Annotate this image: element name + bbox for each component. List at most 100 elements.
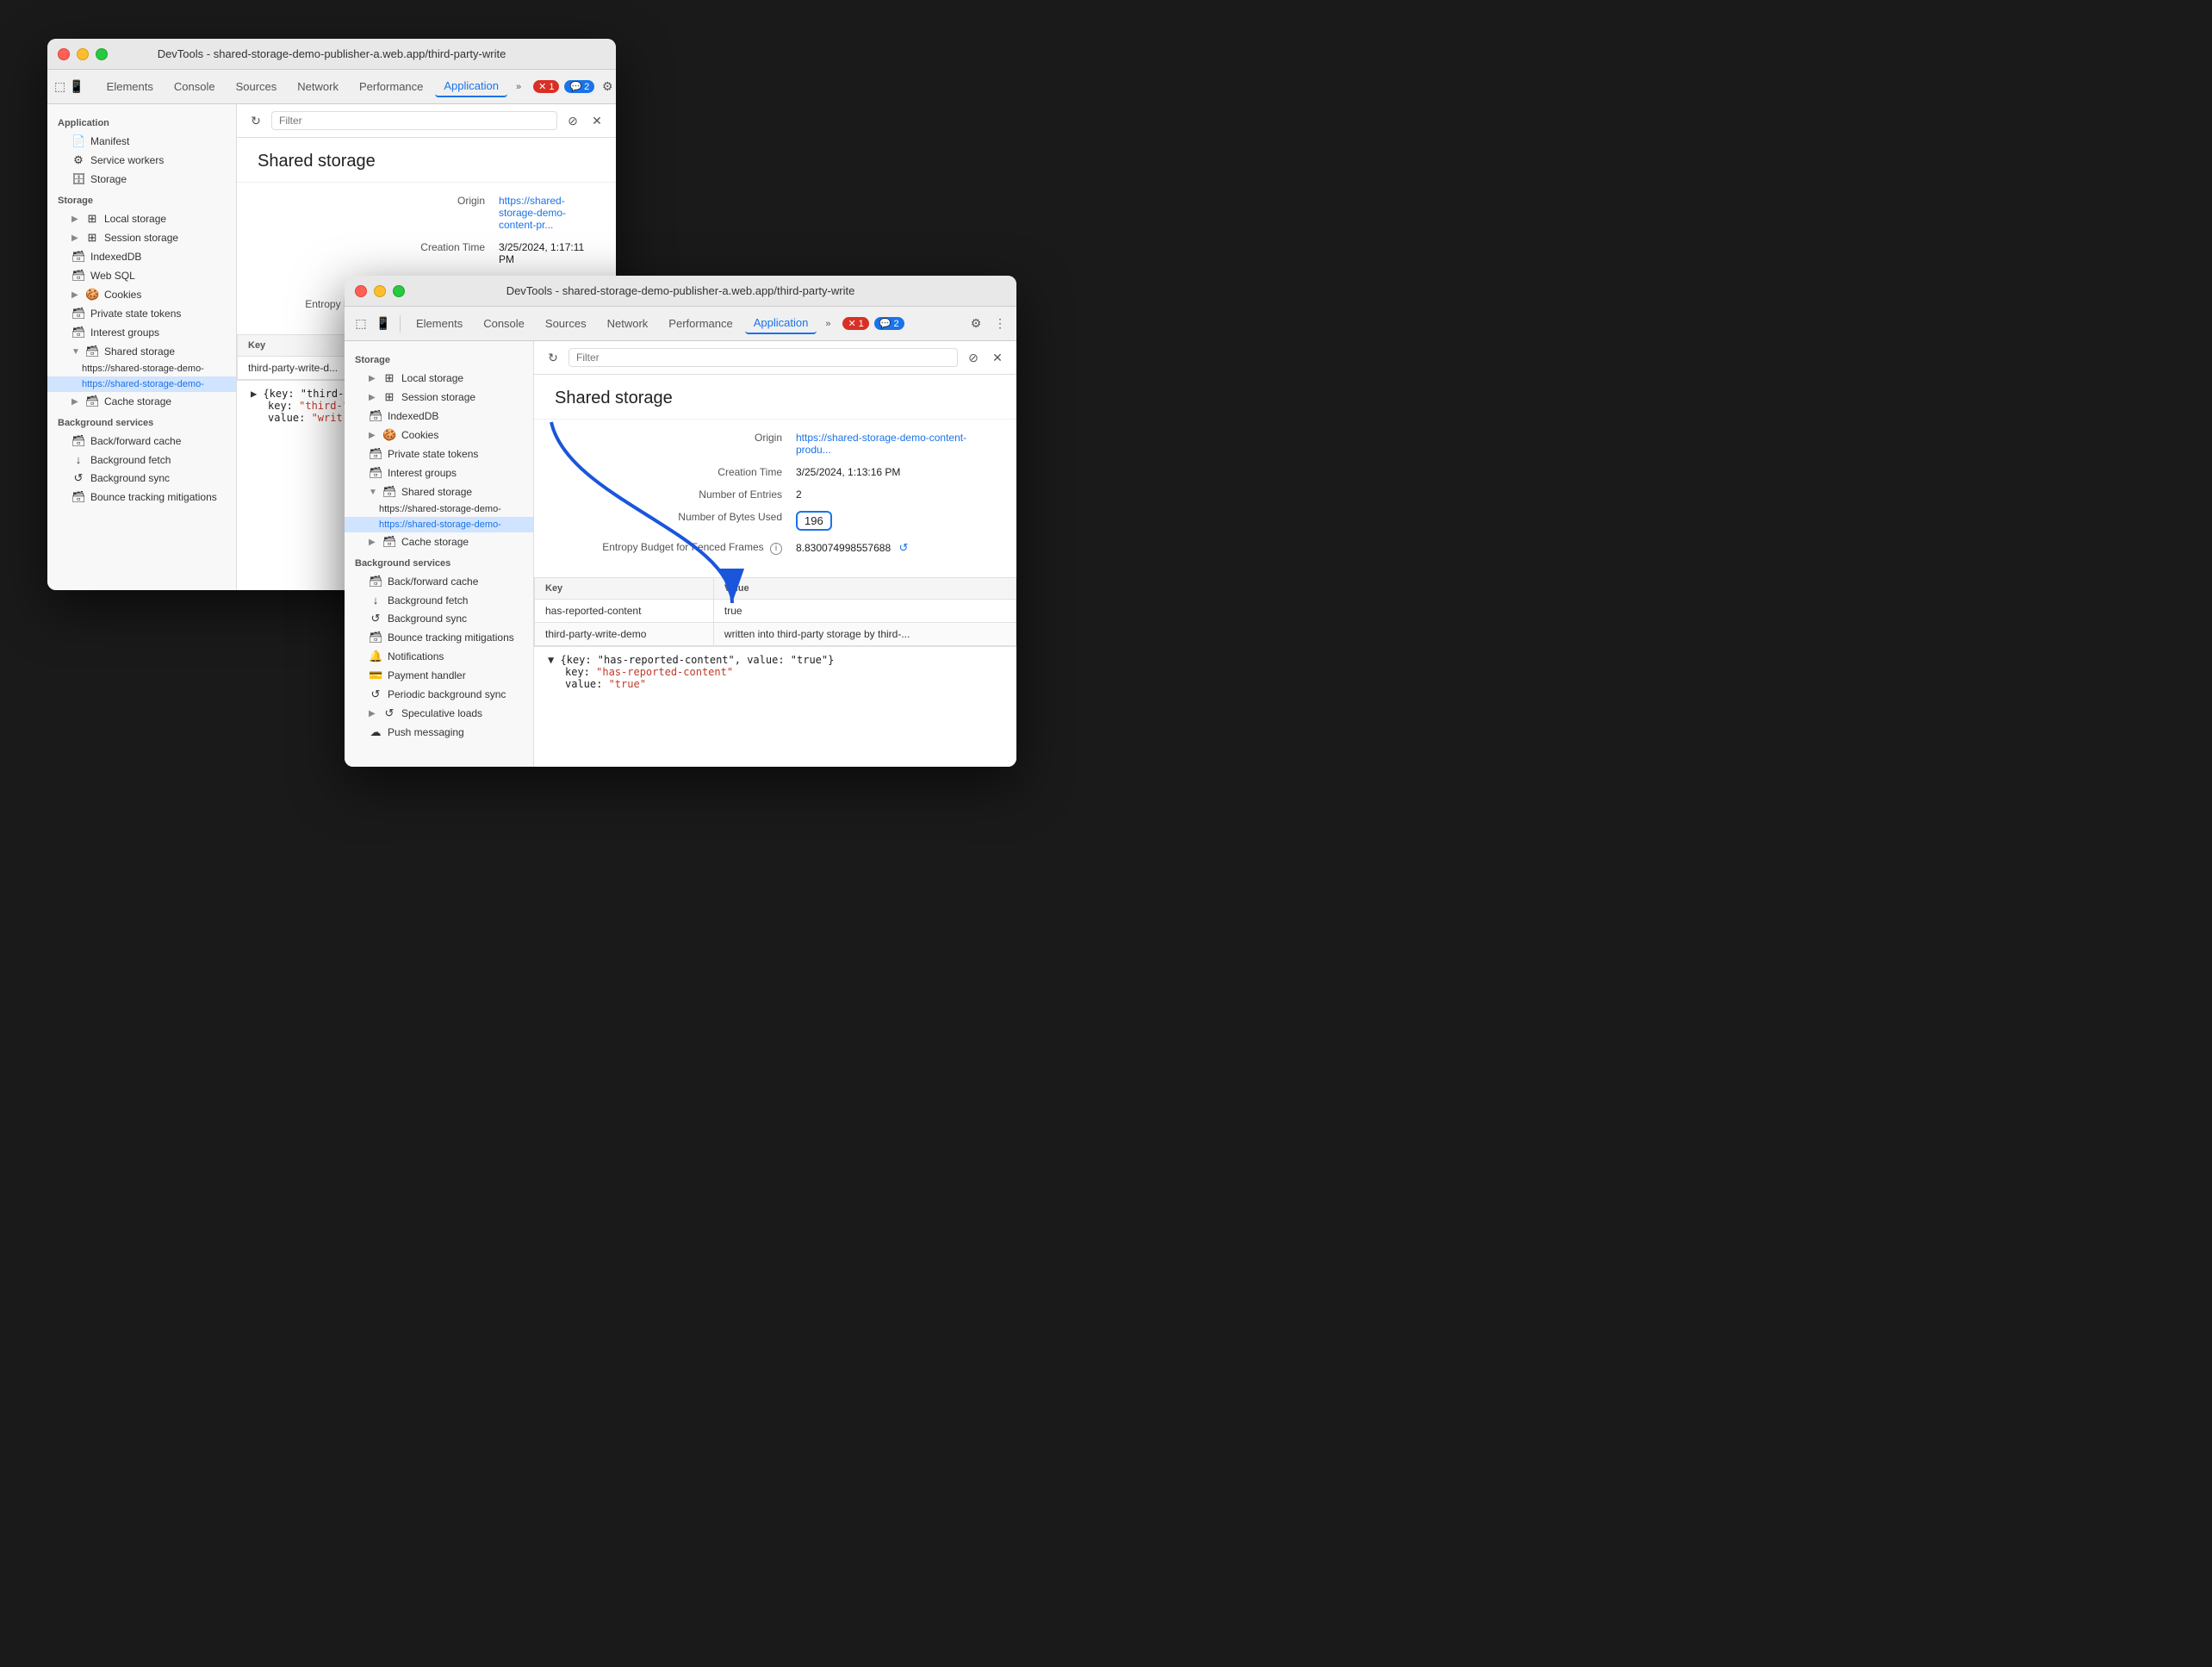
sidebar-sw-label: Service workers bbox=[90, 154, 164, 166]
private-icon-2: 🗃 bbox=[369, 447, 382, 461]
sidebar-private-state-1[interactable]: 🗃 Private state tokens bbox=[47, 304, 236, 323]
sidebar-shared-url1-2[interactable]: https://shared-storage-demo- bbox=[345, 501, 533, 517]
filter-bar-2: ↻ ⊘ ✕ bbox=[534, 341, 1016, 375]
sidebar-service-workers-1[interactable]: ⚙ Service workers bbox=[47, 151, 236, 170]
table-row-2-0[interactable]: has-reported-content true bbox=[535, 600, 1016, 623]
sidebar-indexeddb-1[interactable]: 🗃 IndexedDB bbox=[47, 247, 236, 266]
sidebar-push-2[interactable]: ☁ Push messaging bbox=[345, 723, 533, 742]
table-row-2-1[interactable]: third-party-write-demo written into thir… bbox=[535, 623, 1016, 646]
sidebar-bfcache-2[interactable]: 🗃 Back/forward cache bbox=[345, 572, 533, 591]
tab-console-2[interactable]: Console bbox=[475, 314, 533, 333]
sidebar-shared-url2-1[interactable]: https://shared-storage-demo- bbox=[47, 376, 236, 392]
filter-input-1[interactable] bbox=[271, 111, 557, 130]
sidebar-indexeddb-2[interactable]: 🗃 IndexedDB bbox=[345, 407, 533, 426]
sidebar-session-2[interactable]: ▶ ⊞ Session storage bbox=[345, 388, 533, 407]
sidebar-bgsync-1[interactable]: ↺ Background sync bbox=[47, 469, 236, 488]
filter-refresh-1[interactable]: ↻ bbox=[247, 114, 264, 128]
sidebar-shared-storage-1[interactable]: ▼ 🗃 Shared storage bbox=[47, 342, 236, 361]
inspect-icon-2[interactable]: ⬚ bbox=[351, 314, 370, 333]
sidebar-local-2[interactable]: ▶ ⊞ Local storage bbox=[345, 369, 533, 388]
filter-refresh-2[interactable]: ↻ bbox=[544, 351, 562, 365]
push-label-2: Push messaging bbox=[388, 726, 464, 738]
filter-clear-2[interactable]: ⊘ bbox=[965, 351, 982, 365]
sidebar-local-storage-1[interactable]: ▶ ⊞ Local storage bbox=[47, 209, 236, 228]
expand-cache-2: ▶ bbox=[369, 538, 377, 547]
sidebar-shared-url2-2[interactable]: https://shared-storage-demo- bbox=[345, 517, 533, 532]
filter-clear-1[interactable]: ⊘ bbox=[564, 114, 581, 128]
tab-performance-1[interactable]: Performance bbox=[351, 77, 432, 96]
entropy-info-icon-2[interactable]: i bbox=[770, 543, 782, 555]
value-header-2: Value bbox=[713, 578, 1016, 600]
filter-bar-1: ↻ ⊘ ✕ bbox=[237, 104, 616, 138]
sidebar-interest-1[interactable]: 🗃 Interest groups bbox=[47, 323, 236, 342]
sidebar-bgsync-2[interactable]: ↺ Background sync bbox=[345, 609, 533, 628]
more-tabs-1[interactable]: » bbox=[511, 78, 526, 96]
minimize-button-2[interactable] bbox=[374, 285, 386, 297]
sidebar-speculative-2[interactable]: ▶ ↺ Speculative loads bbox=[345, 704, 533, 723]
more-tabs-2[interactable]: » bbox=[820, 315, 836, 333]
sidebar-bfcache-1[interactable]: 🗃 Back/forward cache bbox=[47, 432, 236, 451]
sidebar-cache-1[interactable]: ▶ 🗃 Cache storage bbox=[47, 392, 236, 411]
sidebar-storage-1[interactable]: 🗄 Storage bbox=[47, 170, 236, 189]
sidebar-bgfetch-2[interactable]: ↓ Background fetch bbox=[345, 591, 533, 609]
row-key-2-0: has-reported-content bbox=[535, 600, 714, 623]
sidebar-bgfetch-1[interactable]: ↓ Background fetch bbox=[47, 451, 236, 469]
tab-elements-1[interactable]: Elements bbox=[98, 77, 162, 96]
tab-network-1[interactable]: Network bbox=[289, 77, 347, 96]
sidebar-cookies-2[interactable]: ▶ 🍪 Cookies bbox=[345, 426, 533, 445]
bounce-icon-1: 🗃 bbox=[71, 490, 85, 504]
private-state-label-1: Private state tokens bbox=[90, 308, 181, 320]
sidebar-session-storage-1[interactable]: ▶ ⊞ Session storage bbox=[47, 228, 236, 247]
close-button-1[interactable] bbox=[58, 48, 70, 60]
close-button-2[interactable] bbox=[355, 285, 367, 297]
tab-application-2[interactable]: Application bbox=[745, 313, 817, 334]
device-icon-2[interactable]: 📱 bbox=[374, 314, 393, 333]
tab-application-1[interactable]: Application bbox=[435, 76, 507, 97]
tab-sources-2[interactable]: Sources bbox=[537, 314, 595, 333]
bgfetch-icon-2: ↓ bbox=[369, 594, 382, 606]
tab-console-1[interactable]: Console bbox=[165, 77, 224, 96]
filter-close-2[interactable]: ✕ bbox=[989, 351, 1006, 365]
local-label-2: Local storage bbox=[401, 372, 463, 384]
settings-icon-2[interactable]: ⚙ bbox=[966, 314, 985, 333]
sidebar-bounce-1[interactable]: 🗃 Bounce tracking mitigations bbox=[47, 488, 236, 507]
sidebar-bounce-2[interactable]: 🗃 Bounce tracking mitigations bbox=[345, 628, 533, 647]
tab-elements-2[interactable]: Elements bbox=[407, 314, 471, 333]
sidebar-storage-section-2: Storage bbox=[345, 348, 533, 369]
shared-label-2: Shared storage bbox=[401, 486, 472, 498]
row-key-2-1: third-party-write-demo bbox=[535, 623, 714, 646]
sidebar-payment-2[interactable]: 💳 Payment handler bbox=[345, 666, 533, 685]
sidebar-cookies-1[interactable]: ▶ 🍪 Cookies bbox=[47, 285, 236, 304]
origin-value-2: https://shared-storage-demo-content-prod… bbox=[796, 432, 996, 456]
sidebar-notifications-2[interactable]: 🔔 Notifications bbox=[345, 647, 533, 666]
minimize-button-1[interactable] bbox=[77, 48, 89, 60]
sidebar-cache-2[interactable]: ▶ 🗃 Cache storage bbox=[345, 532, 533, 551]
maximize-button-2[interactable] bbox=[393, 285, 405, 297]
entropy-reload-2[interactable]: ↺ bbox=[898, 541, 908, 554]
inspect-icon[interactable]: ⬚ bbox=[54, 78, 65, 96]
filter-input-2[interactable] bbox=[569, 348, 958, 367]
more-menu-2[interactable]: ⋮ bbox=[991, 314, 1010, 333]
bounce-label-1: Bounce tracking mitigations bbox=[90, 491, 217, 503]
tab-sources-1[interactable]: Sources bbox=[227, 77, 286, 96]
session-storage-icon-1: ⊞ bbox=[85, 231, 99, 245]
origin-label-1: Origin bbox=[258, 195, 499, 207]
row-value-2-1: written into third-party storage by thir… bbox=[713, 623, 1016, 646]
sidebar-manifest-1[interactable]: 📄 Manifest bbox=[47, 132, 236, 151]
sidebar-periodic-2[interactable]: ↺ Periodic background sync bbox=[345, 685, 533, 704]
shared-url2-2: https://shared-storage-demo- bbox=[379, 519, 501, 530]
tab-network-2[interactable]: Network bbox=[599, 314, 657, 333]
device-icon[interactable]: 📱 bbox=[69, 78, 84, 96]
sidebar-private-2[interactable]: 🗃 Private state tokens bbox=[345, 445, 533, 463]
payment-label-2: Payment handler bbox=[388, 669, 466, 681]
filter-close-1[interactable]: ✕ bbox=[588, 114, 606, 128]
periodic-label-2: Periodic background sync bbox=[388, 688, 506, 700]
maximize-button-1[interactable] bbox=[96, 48, 108, 60]
sidebar-interest-2[interactable]: 🗃 Interest groups bbox=[345, 463, 533, 482]
sidebar-shared-2[interactable]: ▼ 🗃 Shared storage bbox=[345, 482, 533, 501]
tab-performance-2[interactable]: Performance bbox=[660, 314, 741, 333]
sidebar-websql-1[interactable]: 🗃 Web SQL bbox=[47, 266, 236, 285]
settings-icon-1[interactable]: ⚙ bbox=[598, 78, 616, 96]
sidebar-shared-url1-1[interactable]: https://shared-storage-demo- bbox=[47, 361, 236, 376]
code-val-value-2: "true" bbox=[609, 678, 646, 690]
